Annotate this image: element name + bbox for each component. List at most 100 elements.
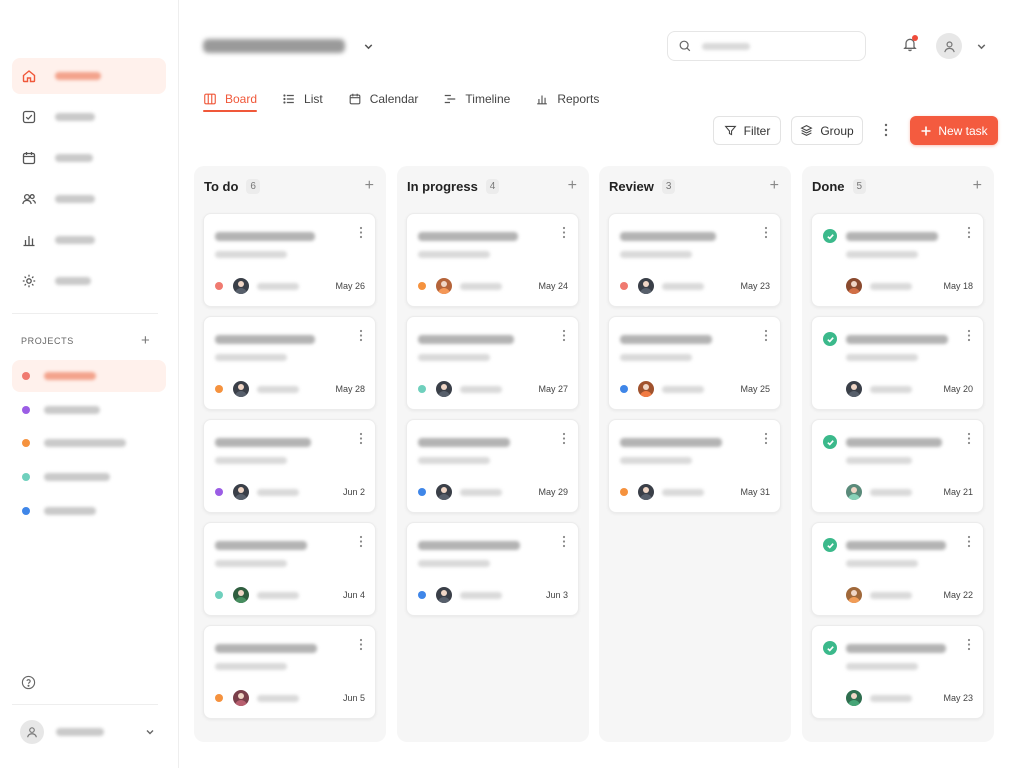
more-vertical-icon[interactable] bbox=[562, 226, 566, 239]
more-vertical-icon[interactable] bbox=[359, 535, 363, 548]
project-label bbox=[44, 507, 96, 515]
more-vertical-icon[interactable] bbox=[967, 226, 971, 239]
tab-timeline[interactable]: Timeline bbox=[443, 86, 510, 111]
project-color-dot bbox=[22, 372, 30, 380]
add-card-button[interactable]: + bbox=[365, 178, 374, 194]
task-card[interactable]: May 22 bbox=[811, 522, 984, 616]
more-vertical-icon[interactable] bbox=[880, 122, 892, 138]
assignee-avatar[interactable] bbox=[846, 278, 862, 294]
task-meta: May 25 bbox=[620, 380, 770, 398]
new-task-button[interactable]: New task bbox=[910, 116, 998, 145]
more-vertical-icon[interactable] bbox=[967, 638, 971, 651]
task-card[interactable]: May 28 bbox=[203, 316, 376, 410]
tab-calendar[interactable]: Calendar bbox=[348, 86, 418, 111]
sidebar-item-home[interactable] bbox=[12, 58, 166, 94]
more-vertical-icon[interactable] bbox=[967, 535, 971, 548]
assignee-avatar[interactable] bbox=[436, 381, 452, 397]
add-card-button[interactable]: + bbox=[973, 178, 982, 194]
more-vertical-icon[interactable] bbox=[562, 535, 566, 548]
task-card[interactable]: May 27 bbox=[406, 316, 579, 410]
more-vertical-icon[interactable] bbox=[359, 432, 363, 445]
assignee-avatar[interactable] bbox=[436, 587, 452, 603]
assignee-name bbox=[870, 694, 912, 702]
task-card[interactable]: May 23 bbox=[608, 213, 781, 307]
chevron-down-icon[interactable] bbox=[975, 40, 988, 53]
add-card-button[interactable]: + bbox=[770, 178, 779, 194]
assignee-avatar[interactable] bbox=[436, 484, 452, 500]
task-card[interactable]: Jun 3 bbox=[406, 522, 579, 616]
assignee-avatar[interactable] bbox=[233, 690, 249, 706]
task-card[interactable]: May 20 bbox=[811, 316, 984, 410]
task-title bbox=[215, 335, 315, 344]
project-item[interactable] bbox=[12, 394, 166, 426]
group-button[interactable]: Group bbox=[791, 116, 863, 145]
task-subtitle bbox=[418, 354, 490, 361]
task-card[interactable]: May 24 bbox=[406, 213, 579, 307]
task-card[interactable]: May 21 bbox=[811, 419, 984, 513]
project-item[interactable] bbox=[12, 495, 166, 527]
tab-list[interactable]: List bbox=[282, 86, 323, 111]
check-circle-icon[interactable] bbox=[823, 435, 837, 449]
check-circle-icon[interactable] bbox=[823, 641, 837, 655]
tab-board[interactable]: Board bbox=[203, 86, 258, 112]
task-title bbox=[418, 232, 518, 241]
task-card[interactable]: May 25 bbox=[608, 316, 781, 410]
tab-reports[interactable]: Reports bbox=[535, 86, 599, 111]
more-vertical-icon[interactable] bbox=[359, 226, 363, 239]
task-subtitle bbox=[215, 354, 287, 361]
check-circle-icon[interactable] bbox=[823, 229, 837, 243]
add-card-button[interactable]: + bbox=[568, 178, 577, 194]
assignee-avatar[interactable] bbox=[846, 587, 862, 603]
assignee-avatar[interactable] bbox=[846, 381, 862, 397]
assignee-avatar[interactable] bbox=[436, 278, 452, 294]
help-circle-icon[interactable] bbox=[21, 675, 36, 690]
check-circle-icon[interactable] bbox=[823, 538, 837, 552]
assignee-avatar[interactable] bbox=[846, 690, 862, 706]
task-card[interactable]: Jun 5 bbox=[203, 625, 376, 719]
assignee-avatar[interactable] bbox=[846, 484, 862, 500]
filter-button[interactable]: Filter bbox=[713, 116, 781, 145]
more-vertical-icon[interactable] bbox=[562, 329, 566, 342]
assignee-avatar[interactable] bbox=[638, 278, 654, 294]
sidebar-item-calendar[interactable] bbox=[12, 140, 166, 176]
more-vertical-icon[interactable] bbox=[562, 432, 566, 445]
more-vertical-icon[interactable] bbox=[764, 329, 768, 342]
sidebar-item-tasks[interactable] bbox=[12, 99, 166, 135]
sidebar-item-settings[interactable] bbox=[12, 263, 166, 299]
more-vertical-icon[interactable] bbox=[967, 432, 971, 445]
task-card[interactable]: May 26 bbox=[203, 213, 376, 307]
assignee-avatar[interactable] bbox=[233, 381, 249, 397]
due-date: May 20 bbox=[943, 384, 973, 394]
search-input[interactable] bbox=[667, 31, 866, 61]
sidebar-item-reports[interactable] bbox=[12, 222, 166, 258]
sidebar-item-team[interactable] bbox=[12, 181, 166, 217]
more-vertical-icon[interactable] bbox=[764, 432, 768, 445]
project-item[interactable] bbox=[12, 360, 166, 392]
project-item[interactable] bbox=[12, 427, 166, 459]
more-vertical-icon[interactable] bbox=[359, 329, 363, 342]
task-card[interactable]: May 18 bbox=[811, 213, 984, 307]
add-project-button[interactable]: + bbox=[141, 333, 150, 348]
task-card[interactable]: May 31 bbox=[608, 419, 781, 513]
assignee-avatar[interactable] bbox=[233, 587, 249, 603]
check-circle-icon[interactable] bbox=[823, 332, 837, 346]
chevron-down-icon[interactable] bbox=[362, 40, 375, 53]
task-card[interactable]: Jun 2 bbox=[203, 419, 376, 513]
assignee-avatar[interactable] bbox=[233, 278, 249, 294]
assignee-avatar[interactable] bbox=[638, 484, 654, 500]
priority-dot bbox=[215, 385, 223, 393]
profile-avatar[interactable] bbox=[936, 33, 962, 59]
chevron-down-icon[interactable] bbox=[144, 726, 156, 738]
workspace-title[interactable] bbox=[203, 39, 345, 53]
assignee-avatar[interactable] bbox=[638, 381, 654, 397]
more-vertical-icon[interactable] bbox=[764, 226, 768, 239]
more-vertical-icon[interactable] bbox=[967, 329, 971, 342]
task-card[interactable]: Jun 4 bbox=[203, 522, 376, 616]
task-card[interactable]: May 29 bbox=[406, 419, 579, 513]
more-vertical-icon[interactable] bbox=[359, 638, 363, 651]
task-card[interactable]: May 23 bbox=[811, 625, 984, 719]
project-item[interactable] bbox=[12, 461, 166, 493]
assignee-avatar[interactable] bbox=[233, 484, 249, 500]
column-header: Done 5 bbox=[812, 179, 867, 194]
user-menu[interactable] bbox=[20, 720, 160, 744]
